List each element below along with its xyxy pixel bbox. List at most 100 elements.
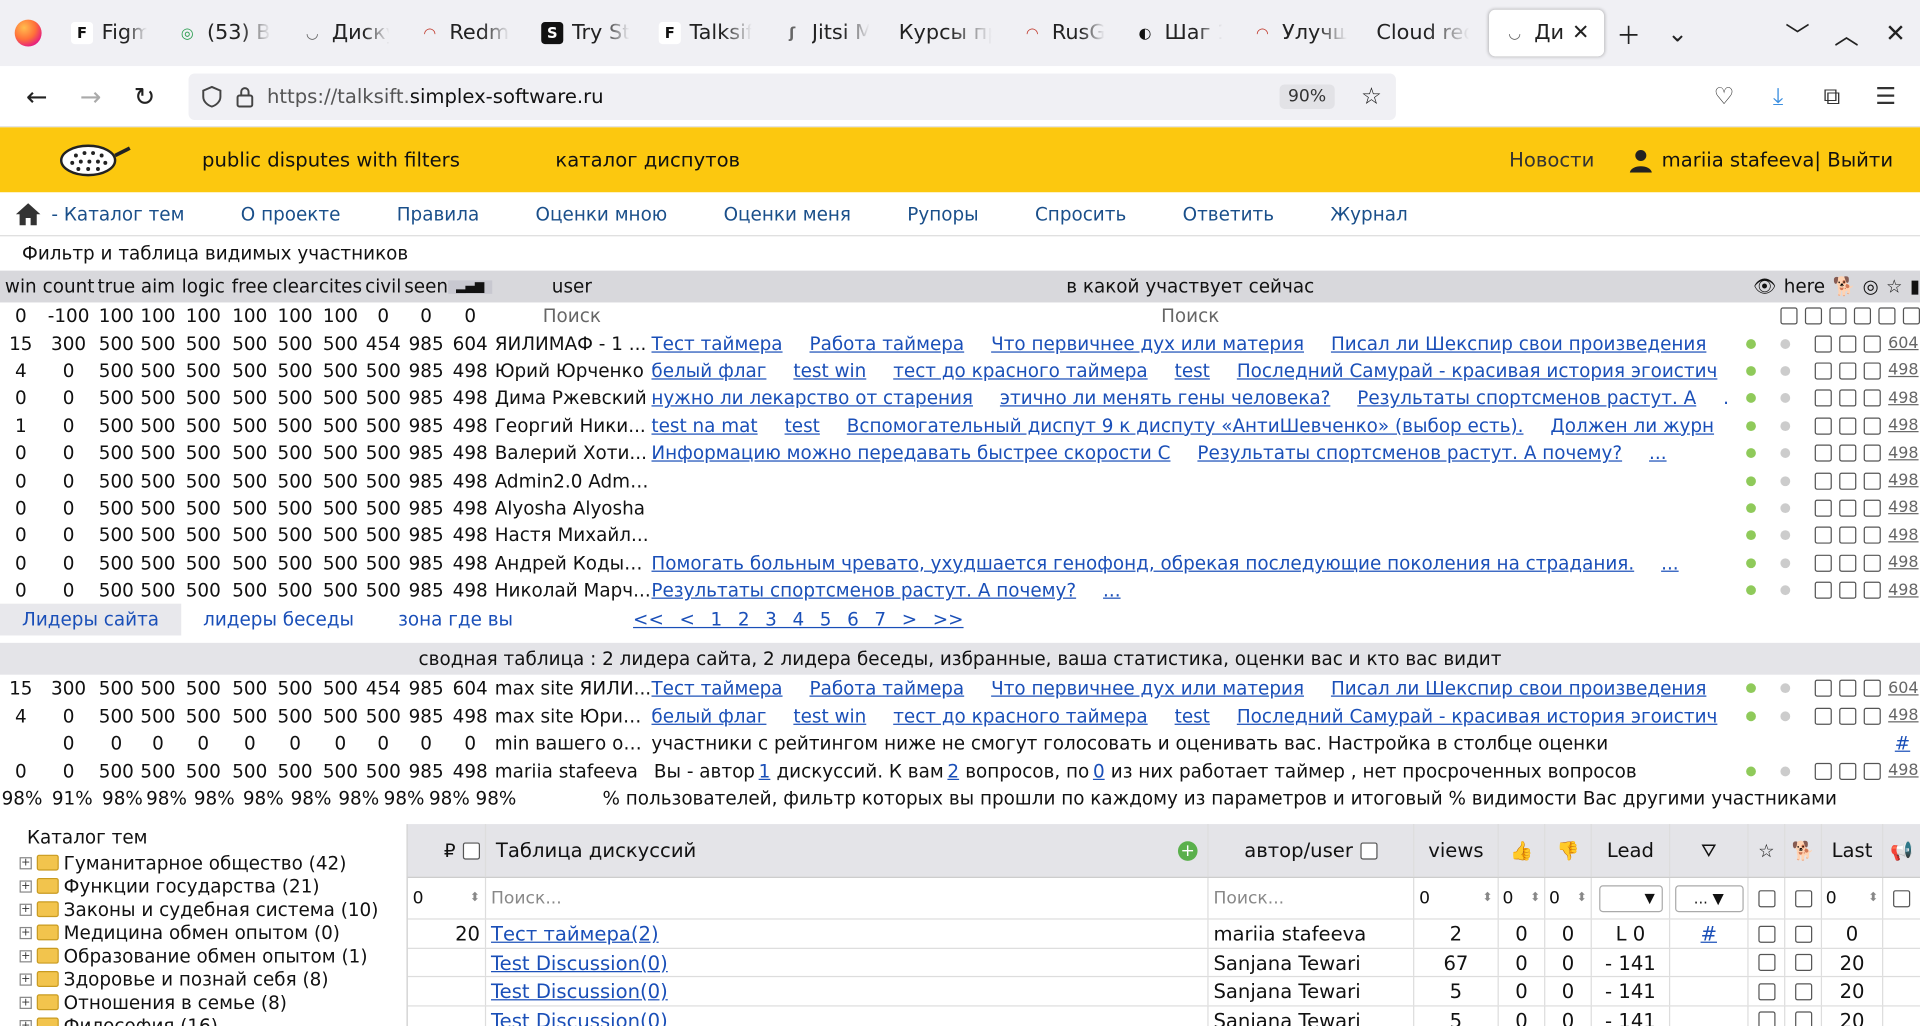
min-value[interactable]: 0 (228, 733, 272, 755)
catalog-item[interactable]: + Философия (16) (0, 1014, 407, 1026)
dispute-link[interactable]: Тест таймера (651, 333, 782, 355)
row-checkbox[interactable] (1839, 334, 1857, 353)
min-value[interactable]: 0 (272, 733, 319, 755)
subnav-item[interactable]: Оценки мною (536, 203, 668, 225)
home-icon[interactable] (15, 201, 42, 225)
dispute-link[interactable]: этично ли менять гены человека? (1000, 387, 1330, 409)
dispute-link[interactable]: Результаты спортсменов растут. А почему? (1197, 442, 1622, 464)
participant-name[interactable]: max site Юрий... (492, 705, 652, 727)
row-checkbox[interactable] (1839, 417, 1857, 435)
row-checkbox[interactable] (1814, 444, 1832, 462)
zoom-level[interactable]: 90% (1279, 83, 1335, 109)
back-icon[interactable]: ← (10, 73, 64, 120)
row-checkbox[interactable] (1839, 389, 1857, 407)
catalog-item[interactable]: + Законы и судебная система (10) (0, 898, 407, 921)
dispute-link[interactable]: Результаты спортсменов растут. А почему? (651, 579, 1076, 601)
favorite-star-icon[interactable]: ☆ (1749, 824, 1786, 878)
dispute-link[interactable]: Помогать больным чревато, ухудшается ген… (651, 552, 1634, 574)
column-header-true[interactable]: true (96, 276, 138, 298)
discussion-title[interactable]: Test Discussion(0) (491, 980, 668, 1003)
discussion-author[interactable]: Sanjana Tewari (1213, 980, 1360, 1003)
subnav-item[interactable]: О проекте (241, 203, 341, 225)
row-checkbox[interactable] (1794, 953, 1812, 972)
min-settings-link[interactable]: # (1895, 733, 1910, 755)
row-checkbox[interactable] (1839, 499, 1857, 517)
pagination[interactable]: << < 1 2 3 4 5 6 7 > >> (633, 609, 963, 631)
my-count-link[interactable]: 1 (759, 760, 771, 782)
row-checkbox[interactable] (1863, 680, 1881, 698)
filter-value-input[interactable]: 0 (0, 305, 42, 327)
row-checkbox[interactable] (1814, 526, 1832, 545)
row-checkbox[interactable] (1814, 499, 1832, 517)
filter-icon[interactable]: ⛛ (1670, 824, 1749, 878)
participant-name[interactable]: Георгий Ники... (492, 415, 651, 437)
participant-name[interactable]: Андрей Кодыл... (492, 552, 652, 574)
discussion-title[interactable]: Тест таймера(2) (491, 922, 659, 945)
filter-value-input[interactable]: 0 (448, 305, 492, 327)
column-header-win[interactable]: win (0, 276, 42, 298)
min-value[interactable]: 0 (318, 733, 362, 755)
column-header-count[interactable]: count (42, 276, 96, 298)
filter-value-input[interactable]: 100 (179, 305, 228, 327)
views-filter-input[interactable]: 0 (1419, 889, 1430, 909)
discussion-author[interactable]: Sanjana Tewari (1213, 951, 1360, 974)
column-header-cites[interactable]: cites (318, 276, 362, 298)
browser-tab[interactable]: ◠ Redm (404, 10, 526, 57)
dispute-link[interactable]: Работа таймера (810, 333, 965, 355)
catalog-item[interactable]: + Медицина обмен опытом (0) (0, 921, 407, 944)
dispute-link[interactable]: Последний Самурай - красивая история эго… (1237, 705, 1718, 727)
row-checkbox[interactable] (1863, 762, 1881, 780)
discussion-author[interactable]: mariia stafeeva (1213, 922, 1366, 945)
my-count-link[interactable]: 2 (947, 760, 959, 782)
min-value[interactable]: 0 (404, 733, 448, 755)
dispute-link[interactable]: Информацию можно передавать быстрее скор… (651, 442, 1170, 464)
rating-number[interactable]: 498 (1888, 581, 1920, 599)
subnav-item[interactable]: Ответить (1183, 203, 1274, 225)
bar-chart-icon[interactable]: ▂▄▆ (448, 279, 493, 294)
star-filter-checkbox[interactable] (1757, 889, 1775, 908)
row-checkbox[interactable] (1814, 762, 1832, 780)
my-count-link[interactable]: 0 (1093, 760, 1105, 782)
filter-checkbox[interactable] (1878, 307, 1896, 325)
discussion-title[interactable]: Test Discussion(0) (491, 951, 668, 974)
discussion-author[interactable]: Sanjana Tewari (1213, 1008, 1360, 1026)
row-checkbox[interactable] (1863, 526, 1881, 545)
star-icon[interactable]: ☆ (1886, 276, 1902, 298)
participant-name[interactable]: ЯИЛИМАФ - 1 ... (492, 333, 651, 355)
filter-checkbox[interactable] (1780, 307, 1798, 325)
dispute-link[interactable]: test (785, 415, 820, 437)
row-checkbox[interactable] (1839, 526, 1857, 545)
filter-checkbox[interactable] (1804, 307, 1823, 325)
close-tab-icon[interactable]: ✕ (1572, 21, 1589, 45)
browser-tab[interactable]: Cloud red (1362, 10, 1484, 57)
expand-icon[interactable]: + (19, 949, 32, 963)
url-bar[interactable]: https://talksift.simplex-software.ru 90%… (188, 72, 1396, 120)
rating-number[interactable]: 498 (1888, 471, 1920, 489)
row-checkbox[interactable] (1757, 982, 1775, 1000)
row-checkbox[interactable] (1814, 334, 1832, 353)
min-value[interactable]: 0 (179, 733, 228, 755)
dispute-link[interactable]: тест до красного таймера (893, 360, 1147, 382)
megaphone-icon[interactable]: 📢 (1883, 824, 1920, 877)
participant-name[interactable]: max site ЯИЛИ... (492, 678, 651, 700)
discussion-title[interactable]: Test Discussion(0) (491, 1008, 668, 1026)
dispute-link[interactable]: ... (1661, 552, 1679, 574)
filter-value-input[interactable]: 100 (228, 305, 272, 327)
catalog-item[interactable]: + Образование обмен опытом (1) (0, 944, 407, 967)
expand-icon[interactable]: + (19, 856, 32, 870)
discussion-search-input[interactable]: Поиск... (491, 889, 562, 909)
column-header-logic[interactable]: logic (179, 276, 228, 298)
min-value[interactable]: 0 (96, 733, 138, 755)
filter-value-input[interactable]: 100 (272, 305, 319, 327)
filter-checkbox[interactable] (1902, 307, 1920, 325)
browser-tab[interactable]: ◠ RusGe (1007, 10, 1120, 57)
browser-tab[interactable]: ʃ Jitsi M (767, 10, 885, 57)
dog-icon[interactable]: 🐕 (1832, 276, 1855, 298)
expand-icon[interactable]: + (19, 973, 32, 986)
dispute-link[interactable]: Вспомогательный диспут 9 к диспуту «Анти… (847, 415, 1524, 437)
reload-icon[interactable]: ↻ (118, 73, 172, 120)
row-checkbox[interactable] (1794, 982, 1812, 1000)
column-header-free[interactable]: free (228, 276, 272, 298)
price-filter-input[interactable]: 0 (413, 889, 424, 909)
column-header-civil[interactable]: civil (362, 276, 404, 298)
